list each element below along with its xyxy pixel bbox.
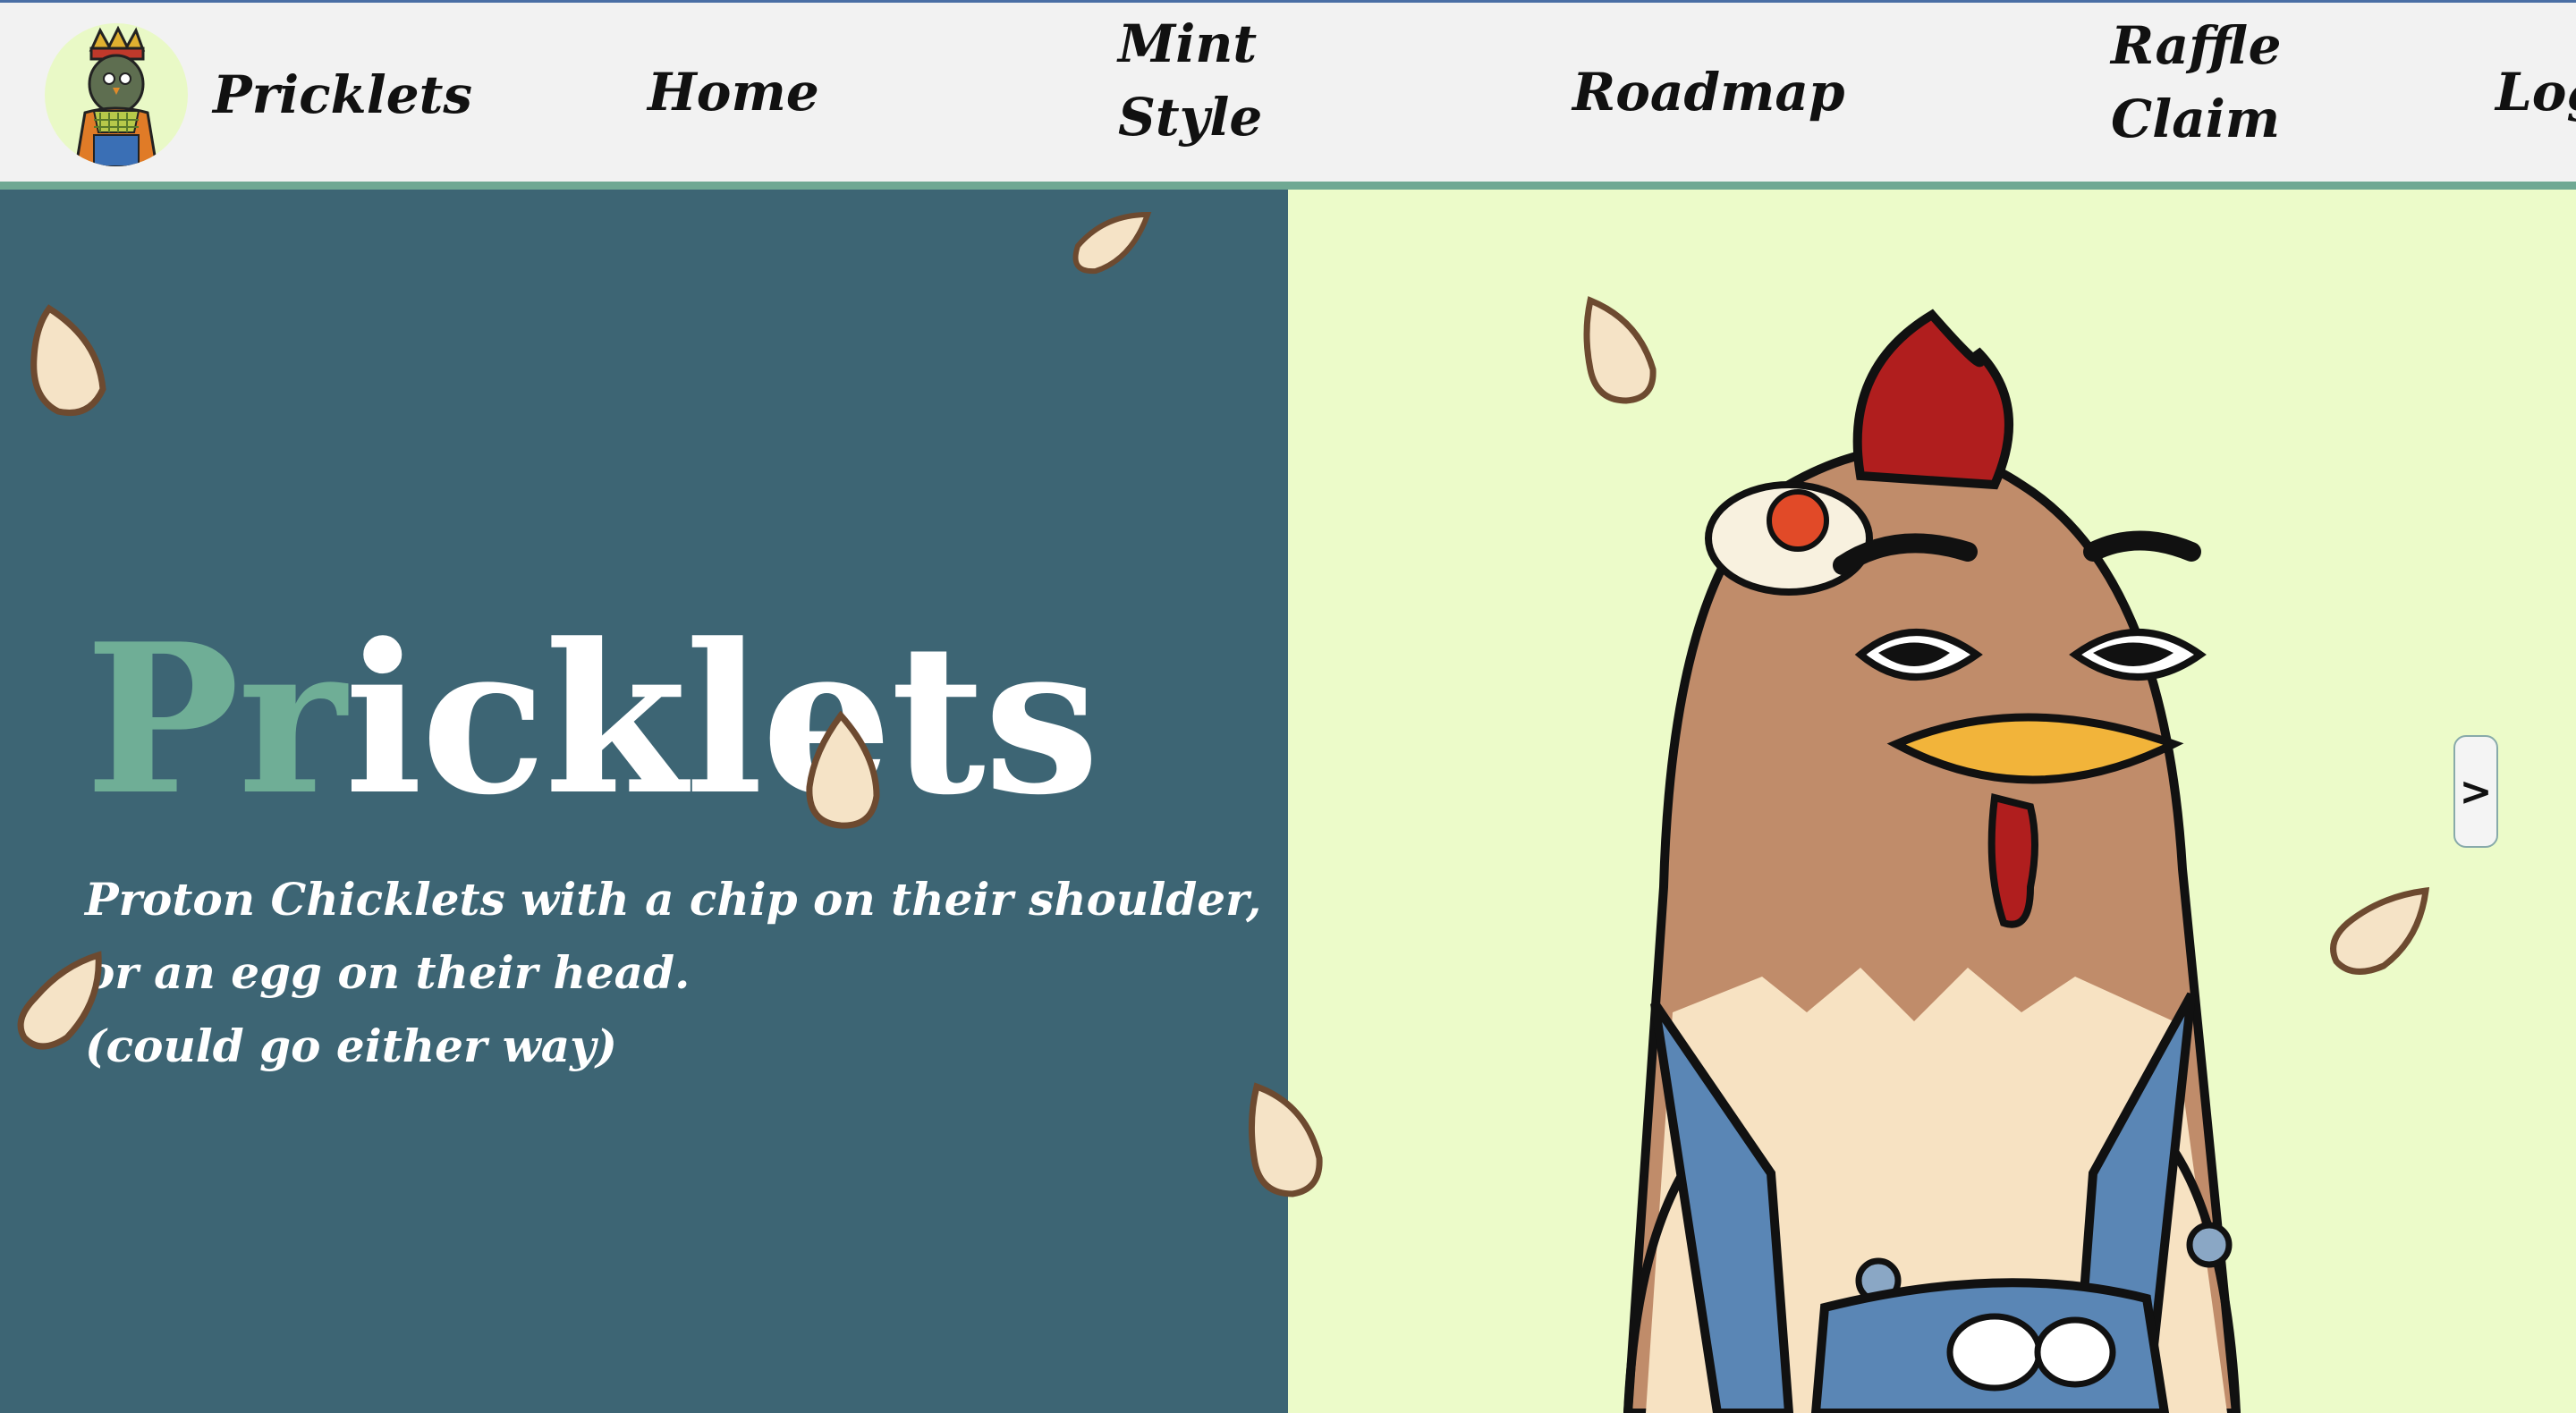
seed-icon xyxy=(1248,1082,1323,1197)
chicken-illustration xyxy=(1623,309,2241,1413)
brand-logo[interactable] xyxy=(45,22,188,166)
nav-raffle-claim-group: Raffle Claim xyxy=(2111,15,2281,149)
page: Pricklets Home Mint Style Roadmap Raffle… xyxy=(0,0,2576,1413)
chevron-right-icon: > xyxy=(2459,768,2493,815)
seed-icon xyxy=(2330,886,2430,975)
brand[interactable]: Pricklets xyxy=(45,21,472,168)
seed-icon xyxy=(30,304,106,417)
seed-icon xyxy=(1583,296,1657,404)
hero-title-rest: icklets xyxy=(344,599,1099,841)
brand-name[interactable]: Pricklets xyxy=(213,64,472,125)
hero-subtitle-line1: Proton Chicklets with a chip on their sh… xyxy=(85,873,1262,999)
hero-title-accent: Pr xyxy=(85,599,346,841)
nav-mint[interactable]: Mint xyxy=(1118,13,1262,74)
seed-icon xyxy=(1072,211,1152,275)
nav-mint-style-group: Mint Style xyxy=(1118,13,1262,148)
nav-raffle[interactable]: Raffle xyxy=(2111,15,2281,76)
nav-login[interactable]: Logi xyxy=(2496,62,2576,123)
carousel-next-button[interactable]: > xyxy=(2453,735,2498,848)
seed-icon xyxy=(806,711,880,829)
nav-roadmap[interactable]: Roadmap xyxy=(1572,62,1845,123)
hero-subtitle: Proton Chicklets with a chip on their sh… xyxy=(85,863,1301,1083)
hero-title: Pricklets xyxy=(85,617,1099,823)
top-navbar: Pricklets Home Mint Style Roadmap Raffle… xyxy=(0,0,2576,190)
nav-style[interactable]: Style xyxy=(1118,87,1262,148)
nav-claim[interactable]: Claim xyxy=(2111,89,2281,149)
nav-home[interactable]: Home xyxy=(648,62,819,123)
hero-subtitle-line2: (could go either way) xyxy=(85,1020,617,1072)
seed-icon xyxy=(17,951,102,1050)
hero-image-panel xyxy=(1288,190,2576,1413)
